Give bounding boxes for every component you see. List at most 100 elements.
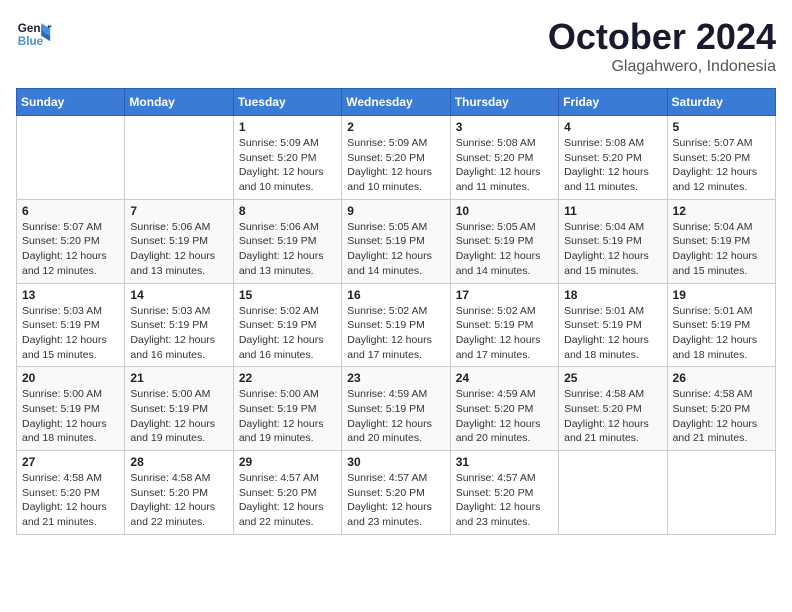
day-info: Sunrise: 5:04 AM Sunset: 5:19 PM Dayligh… (564, 220, 661, 279)
day-info: Sunrise: 5:06 AM Sunset: 5:19 PM Dayligh… (130, 220, 227, 279)
day-number: 9 (347, 204, 444, 218)
day-info: Sunrise: 5:09 AM Sunset: 5:20 PM Dayligh… (239, 136, 336, 195)
calendar-cell (125, 116, 233, 200)
day-info: Sunrise: 4:57 AM Sunset: 5:20 PM Dayligh… (347, 471, 444, 530)
day-info: Sunrise: 5:01 AM Sunset: 5:19 PM Dayligh… (564, 304, 661, 363)
day-info: Sunrise: 5:03 AM Sunset: 5:19 PM Dayligh… (130, 304, 227, 363)
calendar-cell: 11 Sunrise: 5:04 AM Sunset: 5:19 PM Dayli… (559, 199, 667, 283)
day-number: 6 (22, 204, 119, 218)
day-number: 29 (239, 455, 336, 469)
calendar-cell: 23 Sunrise: 4:59 AM Sunset: 5:19 PM Dayli… (342, 367, 450, 451)
month-title: October 2024 (548, 16, 776, 58)
calendar-cell: 2 Sunrise: 5:09 AM Sunset: 5:20 PM Daylig… (342, 116, 450, 200)
day-number: 20 (22, 371, 119, 385)
calendar-cell: 12 Sunrise: 5:04 AM Sunset: 5:19 PM Dayli… (667, 199, 775, 283)
day-number: 25 (564, 371, 661, 385)
day-info: Sunrise: 5:00 AM Sunset: 5:19 PM Dayligh… (22, 387, 119, 446)
calendar-cell: 14 Sunrise: 5:03 AM Sunset: 5:19 PM Dayli… (125, 283, 233, 367)
day-number: 5 (673, 120, 770, 134)
calendar-cell: 19 Sunrise: 5:01 AM Sunset: 5:19 PM Dayli… (667, 283, 775, 367)
day-number: 11 (564, 204, 661, 218)
calendar-cell: 10Sunrise: 5:05 AM Sunset: 5:19 PM Dayli… (450, 199, 558, 283)
calendar-week-row: 13 Sunrise: 5:03 AM Sunset: 5:19 PM Dayli… (17, 283, 776, 367)
day-info: Sunrise: 5:02 AM Sunset: 5:19 PM Dayligh… (239, 304, 336, 363)
day-info: Sunrise: 5:00 AM Sunset: 5:19 PM Dayligh… (130, 387, 227, 446)
day-info: Sunrise: 5:05 AM Sunset: 5:19 PM Dayligh… (347, 220, 444, 279)
location-subtitle: Glagahwero, Indonesia (548, 58, 776, 76)
calendar-cell: 15Sunrise: 5:02 AM Sunset: 5:19 PM Dayli… (233, 283, 341, 367)
calendar-cell: 9 Sunrise: 5:05 AM Sunset: 5:19 PM Daylig… (342, 199, 450, 283)
day-number: 27 (22, 455, 119, 469)
calendar-week-row: 6 Sunrise: 5:07 AM Sunset: 5:20 PM Daylig… (17, 199, 776, 283)
title-block: October 2024 Glagahwero, Indonesia (548, 16, 776, 76)
calendar-cell: 20 Sunrise: 5:00 AM Sunset: 5:19 PM Dayli… (17, 367, 125, 451)
day-info: Sunrise: 5:06 AM Sunset: 5:19 PM Dayligh… (239, 220, 336, 279)
day-info: Sunrise: 4:58 AM Sunset: 5:20 PM Dayligh… (673, 387, 770, 446)
day-info: Sunrise: 5:09 AM Sunset: 5:20 PM Dayligh… (347, 136, 444, 195)
weekday-header: Monday (125, 89, 233, 116)
calendar-cell: 1 Sunrise: 5:09 AM Sunset: 5:20 PM Daylig… (233, 116, 341, 200)
day-number: 18 (564, 288, 661, 302)
day-number: 23 (347, 371, 444, 385)
calendar-cell: 7Sunrise: 5:06 AM Sunset: 5:19 PM Daylig… (125, 199, 233, 283)
calendar-cell (17, 116, 125, 200)
calendar-cell: 17 Sunrise: 5:02 AM Sunset: 5:19 PM Dayli… (450, 283, 558, 367)
calendar-cell: 26 Sunrise: 4:58 AM Sunset: 5:20 PM Dayli… (667, 367, 775, 451)
calendar-cell: 22Sunrise: 5:00 AM Sunset: 5:19 PM Dayli… (233, 367, 341, 451)
calendar-cell (559, 451, 667, 535)
calendar-cell: 4Sunrise: 5:08 AM Sunset: 5:20 PM Daylig… (559, 116, 667, 200)
calendar-week-row: 27 Sunrise: 4:58 AM Sunset: 5:20 PM Dayli… (17, 451, 776, 535)
day-number: 13 (22, 288, 119, 302)
day-number: 26 (673, 371, 770, 385)
calendar-cell: 29 Sunrise: 4:57 AM Sunset: 5:20 PM Dayli… (233, 451, 341, 535)
day-info: Sunrise: 4:59 AM Sunset: 5:19 PM Dayligh… (347, 387, 444, 446)
weekday-header-row: SundayMondayTuesdayWednesdayThursdayFrid… (17, 89, 776, 116)
calendar-cell: 30Sunrise: 4:57 AM Sunset: 5:20 PM Dayli… (342, 451, 450, 535)
weekday-header: Saturday (667, 89, 775, 116)
day-number: 8 (239, 204, 336, 218)
svg-text:Blue: Blue (18, 35, 44, 48)
day-info: Sunrise: 4:58 AM Sunset: 5:20 PM Dayligh… (564, 387, 661, 446)
calendar-table: SundayMondayTuesdayWednesdayThursdayFrid… (16, 88, 776, 535)
calendar-cell: 24 Sunrise: 4:59 AM Sunset: 5:20 PM Dayli… (450, 367, 558, 451)
day-number: 22 (239, 371, 336, 385)
day-info: Sunrise: 5:08 AM Sunset: 5:20 PM Dayligh… (456, 136, 553, 195)
calendar-cell: 18 Sunrise: 5:01 AM Sunset: 5:19 PM Dayli… (559, 283, 667, 367)
day-number: 28 (130, 455, 227, 469)
day-info: Sunrise: 4:58 AM Sunset: 5:20 PM Dayligh… (130, 471, 227, 530)
day-number: 2 (347, 120, 444, 134)
calendar-cell: 13 Sunrise: 5:03 AM Sunset: 5:19 PM Dayli… (17, 283, 125, 367)
day-info: Sunrise: 5:03 AM Sunset: 5:19 PM Dayligh… (22, 304, 119, 363)
day-number: 1 (239, 120, 336, 134)
weekday-header: Sunday (17, 89, 125, 116)
weekday-header: Friday (559, 89, 667, 116)
day-info: Sunrise: 5:05 AM Sunset: 5:19 PM Dayligh… (456, 220, 553, 279)
day-info: Sunrise: 4:57 AM Sunset: 5:20 PM Dayligh… (456, 471, 553, 530)
day-info: Sunrise: 5:07 AM Sunset: 5:20 PM Dayligh… (22, 220, 119, 279)
calendar-cell: 28 Sunrise: 4:58 AM Sunset: 5:20 PM Dayli… (125, 451, 233, 535)
day-info: Sunrise: 5:08 AM Sunset: 5:20 PM Dayligh… (564, 136, 661, 195)
day-number: 14 (130, 288, 227, 302)
day-number: 17 (456, 288, 553, 302)
calendar-cell: 25 Sunrise: 4:58 AM Sunset: 5:20 PM Dayli… (559, 367, 667, 451)
calendar-cell: 3Sunrise: 5:08 AM Sunset: 5:20 PM Daylig… (450, 116, 558, 200)
day-info: Sunrise: 5:02 AM Sunset: 5:19 PM Dayligh… (347, 304, 444, 363)
day-info: Sunrise: 4:59 AM Sunset: 5:20 PM Dayligh… (456, 387, 553, 446)
calendar-cell (667, 451, 775, 535)
day-info: Sunrise: 4:57 AM Sunset: 5:20 PM Dayligh… (239, 471, 336, 530)
calendar-week-row: 20 Sunrise: 5:00 AM Sunset: 5:19 PM Dayli… (17, 367, 776, 451)
calendar-cell: 31Sunrise: 4:57 AM Sunset: 5:20 PM Dayli… (450, 451, 558, 535)
day-number: 19 (673, 288, 770, 302)
logo: General Blue (16, 16, 52, 52)
calendar-cell: 5 Sunrise: 5:07 AM Sunset: 5:20 PM Daylig… (667, 116, 775, 200)
day-info: Sunrise: 5:01 AM Sunset: 5:19 PM Dayligh… (673, 304, 770, 363)
day-info: Sunrise: 5:07 AM Sunset: 5:20 PM Dayligh… (673, 136, 770, 195)
logo-icon: General Blue (16, 16, 52, 52)
day-info: Sunrise: 5:04 AM Sunset: 5:19 PM Dayligh… (673, 220, 770, 279)
day-info: Sunrise: 5:02 AM Sunset: 5:19 PM Dayligh… (456, 304, 553, 363)
day-number: 16 (347, 288, 444, 302)
calendar-cell: 16 Sunrise: 5:02 AM Sunset: 5:19 PM Dayli… (342, 283, 450, 367)
day-number: 24 (456, 371, 553, 385)
calendar-cell: 27Sunrise: 4:58 AM Sunset: 5:20 PM Dayli… (17, 451, 125, 535)
day-number: 12 (673, 204, 770, 218)
